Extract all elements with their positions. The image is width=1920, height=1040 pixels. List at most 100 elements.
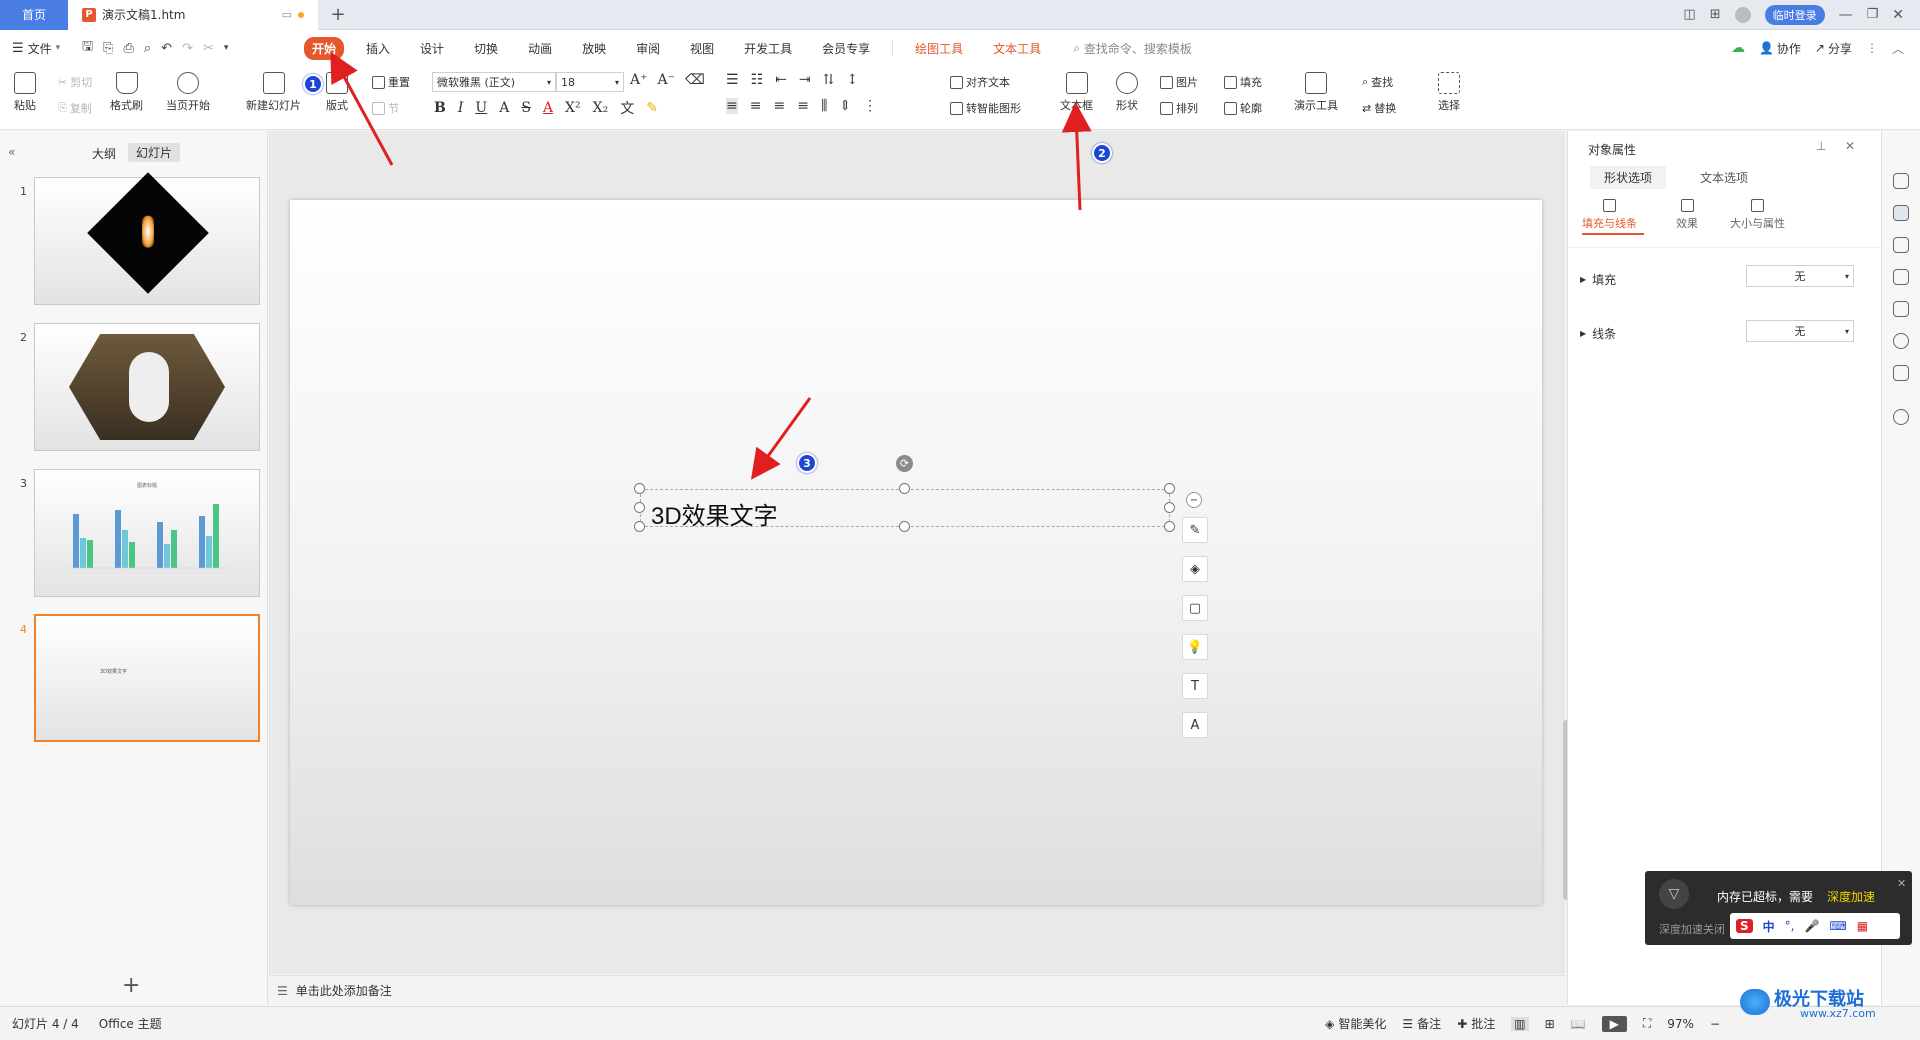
reset-button[interactable]: 重置 — [372, 74, 410, 90]
hamburger-icon[interactable]: ☰ — [12, 41, 24, 56]
paste-button[interactable]: 粘贴 — [14, 72, 36, 113]
layout-icon[interactable]: ◫ — [1683, 7, 1695, 22]
increase-font-icon[interactable]: A⁺ — [630, 72, 648, 88]
minimize-icon[interactable]: — — [1839, 7, 1853, 23]
new-slide-button[interactable]: 新建幻灯片 — [246, 72, 301, 113]
italic-icon[interactable]: I — [458, 100, 464, 116]
replace-button[interactable]: ⇄ 替换 — [1362, 100, 1396, 116]
menu-animation[interactable]: 动画 — [520, 37, 560, 60]
align-text-button[interactable]: 对齐文本 — [950, 74, 1010, 90]
keyboard-icon[interactable]: ⌨ — [1829, 919, 1846, 933]
align-left-icon[interactable]: ≡ — [726, 98, 738, 114]
distribute-icon[interactable]: ⫼ — [821, 98, 827, 114]
resize-handle[interactable] — [634, 521, 645, 532]
normal-view-icon[interactable]: ▥ — [1511, 1016, 1529, 1031]
slide-canvas[interactable]: 3D效果文字 ⟳ − ✎ ◈ ▢ 💡 T A — [290, 200, 1542, 905]
new-tab-button[interactable]: + — [318, 4, 358, 25]
collapse-pane-icon[interactable]: « — [8, 145, 15, 159]
arrange-button[interactable]: 排列 — [1160, 100, 1198, 116]
tab-slides[interactable]: 幻灯片 — [128, 143, 181, 162]
resize-handle[interactable] — [634, 502, 645, 513]
tab-home[interactable]: 首页 — [0, 0, 68, 30]
collapse-ribbon-icon[interactable]: ︿ — [1892, 40, 1904, 57]
zoom-level[interactable]: 97% — [1667, 1017, 1694, 1031]
ime-toolbar[interactable]: S 中 °, 🎤 ⌨ ▦ — [1730, 913, 1900, 939]
menu-view[interactable]: 视图 — [682, 37, 722, 60]
cut-button[interactable]: ✂ 剪切 — [58, 74, 92, 90]
select-button[interactable]: 选择 — [1438, 72, 1460, 113]
justify-icon[interactable]: ≡ — [797, 98, 809, 114]
decrease-indent-icon[interactable]: ⇤ — [775, 72, 787, 88]
comments-button[interactable]: ✚ 批注 — [1457, 1015, 1495, 1032]
notes-bar[interactable]: ☰ 单击此处添加备注 — [269, 975, 1565, 1005]
menu-start[interactable]: 开始 — [304, 36, 345, 60]
presentation-tools-button[interactable]: 演示工具 — [1294, 72, 1338, 113]
smart-beautify-button[interactable]: ◈ 智能美化 — [1325, 1015, 1386, 1032]
paragraph-spacing-icon[interactable]: ⇕ — [839, 98, 851, 114]
font-name-select[interactable]: 微软雅黑 (正文) ▾ — [432, 72, 556, 92]
slide-thumbnail-1[interactable] — [34, 172, 260, 305]
add-slide-button[interactable]: + — [122, 973, 140, 998]
slide-thumbnail-4[interactable]: 3D效果文字 — [34, 614, 260, 742]
theme-name[interactable]: Office 主题 — [99, 1015, 162, 1032]
share-button[interactable]: ↗ 分享 — [1815, 40, 1852, 57]
shape-button[interactable]: 形状 — [1116, 72, 1138, 113]
slide-thumbnail-2[interactable] — [34, 323, 260, 451]
highlight-icon[interactable]: ✎ — [646, 100, 658, 116]
tab-text-options[interactable]: 文本选项 — [1700, 169, 1748, 186]
collapse-toolbar-icon[interactable]: − — [1186, 492, 1202, 508]
resize-handle[interactable] — [1164, 483, 1175, 494]
superscript-icon[interactable]: X² — [565, 100, 581, 116]
zoom-out-icon[interactable]: − — [1710, 1017, 1720, 1031]
tab-outline[interactable]: 大纲 — [92, 145, 116, 162]
microphone-icon[interactable]: 🎤 — [1805, 919, 1820, 933]
properties-icon[interactable] — [1893, 205, 1909, 221]
help-icon[interactable] — [1893, 409, 1909, 425]
text-direction-icon[interactable]: ⇅ — [823, 72, 835, 88]
menu-developer[interactable]: 开发工具 — [736, 37, 800, 60]
location-icon[interactable] — [1893, 333, 1909, 349]
increase-indent-icon[interactable]: ⇥ — [799, 72, 811, 88]
resize-handle[interactable] — [899, 521, 910, 532]
menu-drawing-tools[interactable]: 绘图工具 — [907, 37, 971, 60]
backup-icon[interactable] — [1893, 301, 1909, 317]
tab-document[interactable]: P 演示文稿1.htm ▭ — [68, 0, 318, 30]
fill-bucket-icon[interactable]: ◈ — [1182, 556, 1208, 582]
animation-icon[interactable] — [1893, 237, 1909, 253]
font-size-select[interactable]: 18 ▾ — [556, 72, 624, 92]
slide-thumbnail-3[interactable]: 图表标题 — [34, 469, 260, 597]
resize-handle[interactable] — [1164, 502, 1175, 513]
find-button[interactable]: ⌕ 查找 — [1362, 74, 1393, 90]
skin-icon[interactable]: ▦ — [1857, 919, 1868, 933]
menu-file[interactable]: 文件 — [28, 40, 52, 57]
subtab-size-properties[interactable]: 大小与属性 — [1730, 199, 1785, 231]
fit-window-icon[interactable]: ⛶ — [1643, 1016, 1651, 1031]
picture-button[interactable]: 图片 — [1160, 74, 1198, 90]
menu-design[interactable]: 设计 — [412, 37, 452, 60]
subscript-icon[interactable]: X₂ — [593, 100, 609, 116]
save-icon[interactable]: 🖫 — [82, 37, 93, 59]
menu-review[interactable]: 审阅 — [628, 37, 668, 60]
bold-icon[interactable]: B — [434, 100, 446, 116]
clear-format-icon[interactable]: ⌫ — [685, 72, 705, 88]
numbered-list-icon[interactable]: ☷ — [751, 72, 764, 88]
punctuation-icon[interactable]: °, — [1785, 919, 1795, 933]
undo-icon[interactable]: ↶ — [161, 41, 172, 56]
menu-insert[interactable]: 插入 — [358, 37, 398, 60]
close-panel-icon[interactable]: ✕ — [1845, 139, 1855, 153]
fill-section-toggle[interactable]: ▶ 填充 — [1580, 271, 1616, 288]
menu-text-tools[interactable]: 文本工具 — [985, 37, 1049, 60]
command-search[interactable]: ⌕ 查找命令、搜索模板 — [1073, 40, 1192, 57]
more-icon[interactable]: ▾ — [224, 43, 229, 53]
format-painter-button[interactable]: 格式刷 — [110, 72, 143, 113]
login-button[interactable]: 临时登录 — [1764, 4, 1825, 25]
subtab-fill-line[interactable]: 填充与线条 — [1582, 199, 1637, 231]
shape-outline-icon[interactable]: ▢ — [1182, 595, 1208, 621]
outline-button[interactable]: 轮廓 — [1224, 100, 1262, 116]
resize-handle[interactable] — [899, 483, 910, 494]
cooperate-button[interactable]: 👤 协作 — [1759, 40, 1801, 57]
clear-format-icon[interactable]: ✂ — [203, 41, 214, 56]
align-center-icon[interactable]: ≡ — [750, 98, 762, 114]
smart-art-button[interactable]: 转智能图形 — [950, 100, 1021, 116]
copy-layers-icon[interactable] — [1893, 269, 1909, 285]
